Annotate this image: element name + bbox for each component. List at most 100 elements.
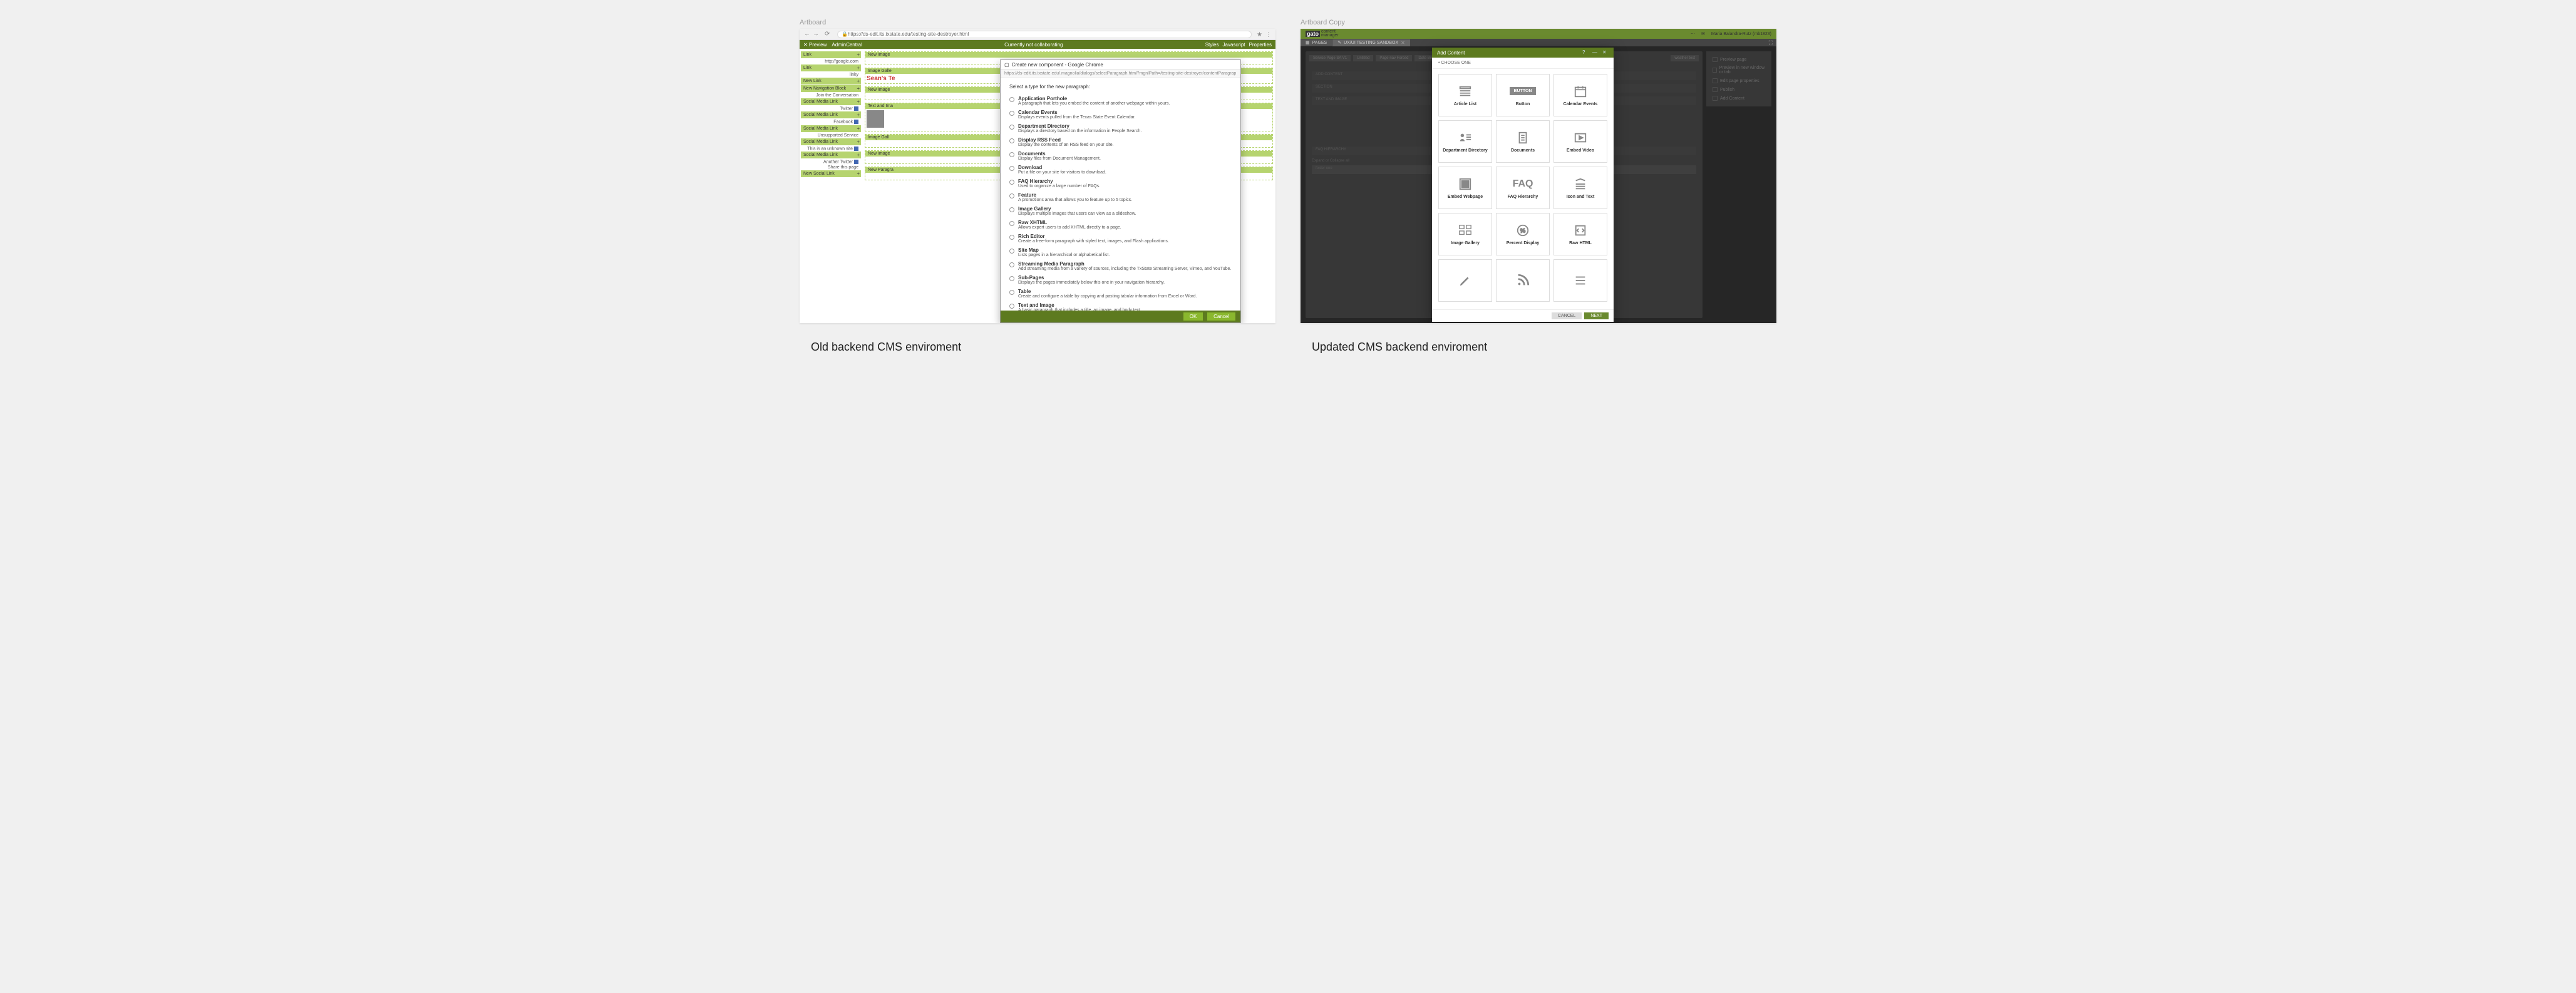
paragraph-option[interactable]: FAQ HierarchyUsed to organize a large nu… xyxy=(1009,178,1232,188)
plus-icon[interactable]: + xyxy=(857,52,860,58)
component-card[interactable] xyxy=(1438,259,1492,302)
tab-sandbox[interactable]: ✎UX/UI TESTING SANDBOX✕ xyxy=(1332,39,1410,46)
paragraph-option[interactable]: DocumentsDisplay files from Document Man… xyxy=(1009,151,1232,161)
edit-icon: ✎ xyxy=(1337,40,1341,45)
component-card[interactable]: Article List xyxy=(1438,74,1492,116)
paragraph-option[interactable]: DownloadPut a file on your site for visi… xyxy=(1009,165,1232,175)
close-tab-icon[interactable]: ✕ xyxy=(1401,40,1405,46)
component-card[interactable]: Icon and Text xyxy=(1553,167,1607,209)
radio-icon[interactable] xyxy=(1009,97,1014,102)
sidebar-block[interactable]: Social Media Link+ xyxy=(801,138,861,145)
plus-icon[interactable]: + xyxy=(857,126,860,131)
option-title: FAQ Hierarchy xyxy=(1018,178,1232,184)
radio-icon[interactable] xyxy=(1009,262,1014,267)
option-desc: A paragraph that lets you embed the cont… xyxy=(1018,101,1232,106)
radio-icon[interactable] xyxy=(1009,152,1014,157)
user-name[interactable]: Maria Balandra-Rutz (mb1823) xyxy=(1711,32,1771,36)
sidebar-block[interactable]: New Link+ xyxy=(801,78,861,85)
option-title: Department Directory xyxy=(1018,123,1232,129)
admincentral-link[interactable]: AdminCentral xyxy=(832,42,862,48)
close-icon[interactable]: ✕ xyxy=(1602,49,1609,56)
sidebar-block[interactable]: Social Media Link+ xyxy=(801,152,861,158)
javascript-link[interactable]: Javascript xyxy=(1223,42,1245,48)
paragraph-option[interactable]: Calendar EventsDisplays events pulled fr… xyxy=(1009,110,1232,120)
menu-icon[interactable]: ⋮ xyxy=(1265,31,1272,38)
sidebar-block[interactable]: Link+ xyxy=(801,64,861,71)
radio-icon[interactable] xyxy=(1009,111,1014,116)
properties-link[interactable]: Properties xyxy=(1249,42,1272,48)
plus-icon[interactable]: + xyxy=(857,86,860,91)
plus-icon[interactable]: + xyxy=(857,139,860,145)
modal-next-button[interactable]: NEXT xyxy=(1584,312,1609,319)
sidebar-block[interactable]: New Navigation Block+ xyxy=(801,85,861,92)
component-card[interactable]: %Percent Display xyxy=(1496,213,1550,255)
tab-pages[interactable]: ▦PAGES xyxy=(1301,39,1332,46)
modal-cancel-button[interactable]: CANCEL xyxy=(1552,312,1582,319)
sidebar-block[interactable]: Social Media Link+ xyxy=(801,98,861,105)
radio-icon[interactable] xyxy=(1009,304,1014,309)
minimize-icon[interactable]: — xyxy=(1592,49,1599,56)
gato-logo[interactable]: gato contentmanager xyxy=(1306,30,1339,38)
component-card[interactable]: Calendar Events xyxy=(1553,74,1607,116)
plus-icon[interactable]: + xyxy=(857,112,860,118)
fullscreen-icon[interactable]: ⛶ xyxy=(1765,39,1776,46)
reload-icon[interactable]: ⟳ xyxy=(825,31,832,38)
radio-icon[interactable] xyxy=(1009,207,1014,212)
html-icon xyxy=(1572,224,1589,237)
ok-button[interactable]: OK xyxy=(1183,312,1203,321)
radio-icon[interactable] xyxy=(1009,249,1014,254)
radio-icon[interactable] xyxy=(1009,221,1014,226)
component-card[interactable]: BUTTONButton xyxy=(1496,74,1550,116)
paragraph-option[interactable]: Display RSS FeedDisplay the contents of … xyxy=(1009,137,1232,147)
paragraph-option[interactable]: Department DirectoryDisplays a directory… xyxy=(1009,123,1232,133)
component-card[interactable]: FAQFAQ Hierarchy xyxy=(1496,167,1550,209)
extension-icon[interactable]: ★ xyxy=(1257,31,1263,38)
styles-link[interactable]: Styles xyxy=(1205,42,1219,48)
radio-icon[interactable] xyxy=(1009,166,1014,171)
component-card[interactable] xyxy=(1496,259,1550,302)
option-desc: Display files from Document Management. xyxy=(1018,157,1232,161)
plus-icon[interactable]: + xyxy=(857,65,860,71)
plus-icon[interactable]: + xyxy=(857,171,860,177)
forward-icon[interactable]: → xyxy=(812,31,820,38)
radio-icon[interactable] xyxy=(1009,193,1014,198)
radio-icon[interactable] xyxy=(1009,235,1014,240)
mail-icon[interactable]: ✉ xyxy=(1701,31,1705,36)
help-icon[interactable]: ? xyxy=(1582,49,1589,56)
sidebar-block[interactable]: Social Media Link+ xyxy=(801,125,861,132)
plus-icon[interactable]: + xyxy=(857,78,860,84)
component-card[interactable]: Department Directory xyxy=(1438,120,1492,163)
component-card[interactable]: Embed Video xyxy=(1553,120,1607,163)
paragraph-option[interactable]: Text and ImageA basic paragraph that inc… xyxy=(1009,302,1232,311)
paragraph-option[interactable]: Rich EditorCreate a free-form paragraph … xyxy=(1009,234,1232,244)
paragraph-option[interactable]: Sub-PagesDisplays the pages immediately … xyxy=(1009,275,1232,285)
paragraph-option[interactable]: Raw XHTMLAllows expert users to add XHTM… xyxy=(1009,220,1232,230)
url-bar[interactable]: 🔒 https://ds-edit.its.txstate.edu/testin… xyxy=(837,31,1252,38)
component-card[interactable]: Embed Webpage xyxy=(1438,167,1492,209)
paragraph-option[interactable]: Application PortholeA paragraph that let… xyxy=(1009,96,1232,106)
paragraph-option[interactable]: Image GalleryDisplays multiple images th… xyxy=(1009,206,1232,216)
radio-icon[interactable] xyxy=(1009,138,1014,143)
paragraph-option[interactable]: FeatureA promotions area that allows you… xyxy=(1009,192,1232,202)
component-card[interactable]: Image Gallery xyxy=(1438,213,1492,255)
plus-icon[interactable]: + xyxy=(857,99,860,105)
sidebar-sub: This is an unknown site xyxy=(801,146,861,152)
radio-icon[interactable] xyxy=(1009,125,1014,130)
radio-icon[interactable] xyxy=(1009,276,1014,281)
back-icon[interactable]: ← xyxy=(803,31,811,38)
paragraph-option[interactable]: Site MapLists pages in a hierarchical or… xyxy=(1009,247,1232,257)
radio-icon[interactable] xyxy=(1009,290,1014,295)
plus-icon[interactable]: + xyxy=(857,152,860,158)
component-card[interactable] xyxy=(1553,259,1607,302)
sidebar-block[interactable]: Social Media Link+ xyxy=(801,111,861,118)
sidebar-block[interactable]: Link+ xyxy=(801,51,861,58)
cancel-button[interactable]: Cancel xyxy=(1207,312,1235,321)
sidebar-block[interactable]: New Social Link+ xyxy=(801,170,861,177)
paragraph-option[interactable]: TableCreate and configure a table by cop… xyxy=(1009,289,1232,299)
component-card[interactable]: Raw HTML xyxy=(1553,213,1607,255)
radio-icon[interactable] xyxy=(1009,180,1014,185)
component-card[interactable]: Documents xyxy=(1496,120,1550,163)
apps-icon[interactable]: ⋯ xyxy=(1691,31,1695,36)
preview-link[interactable]: ✕ Preview xyxy=(803,42,827,48)
paragraph-option[interactable]: Streaming Media ParagraphAdd streaming m… xyxy=(1009,261,1232,271)
